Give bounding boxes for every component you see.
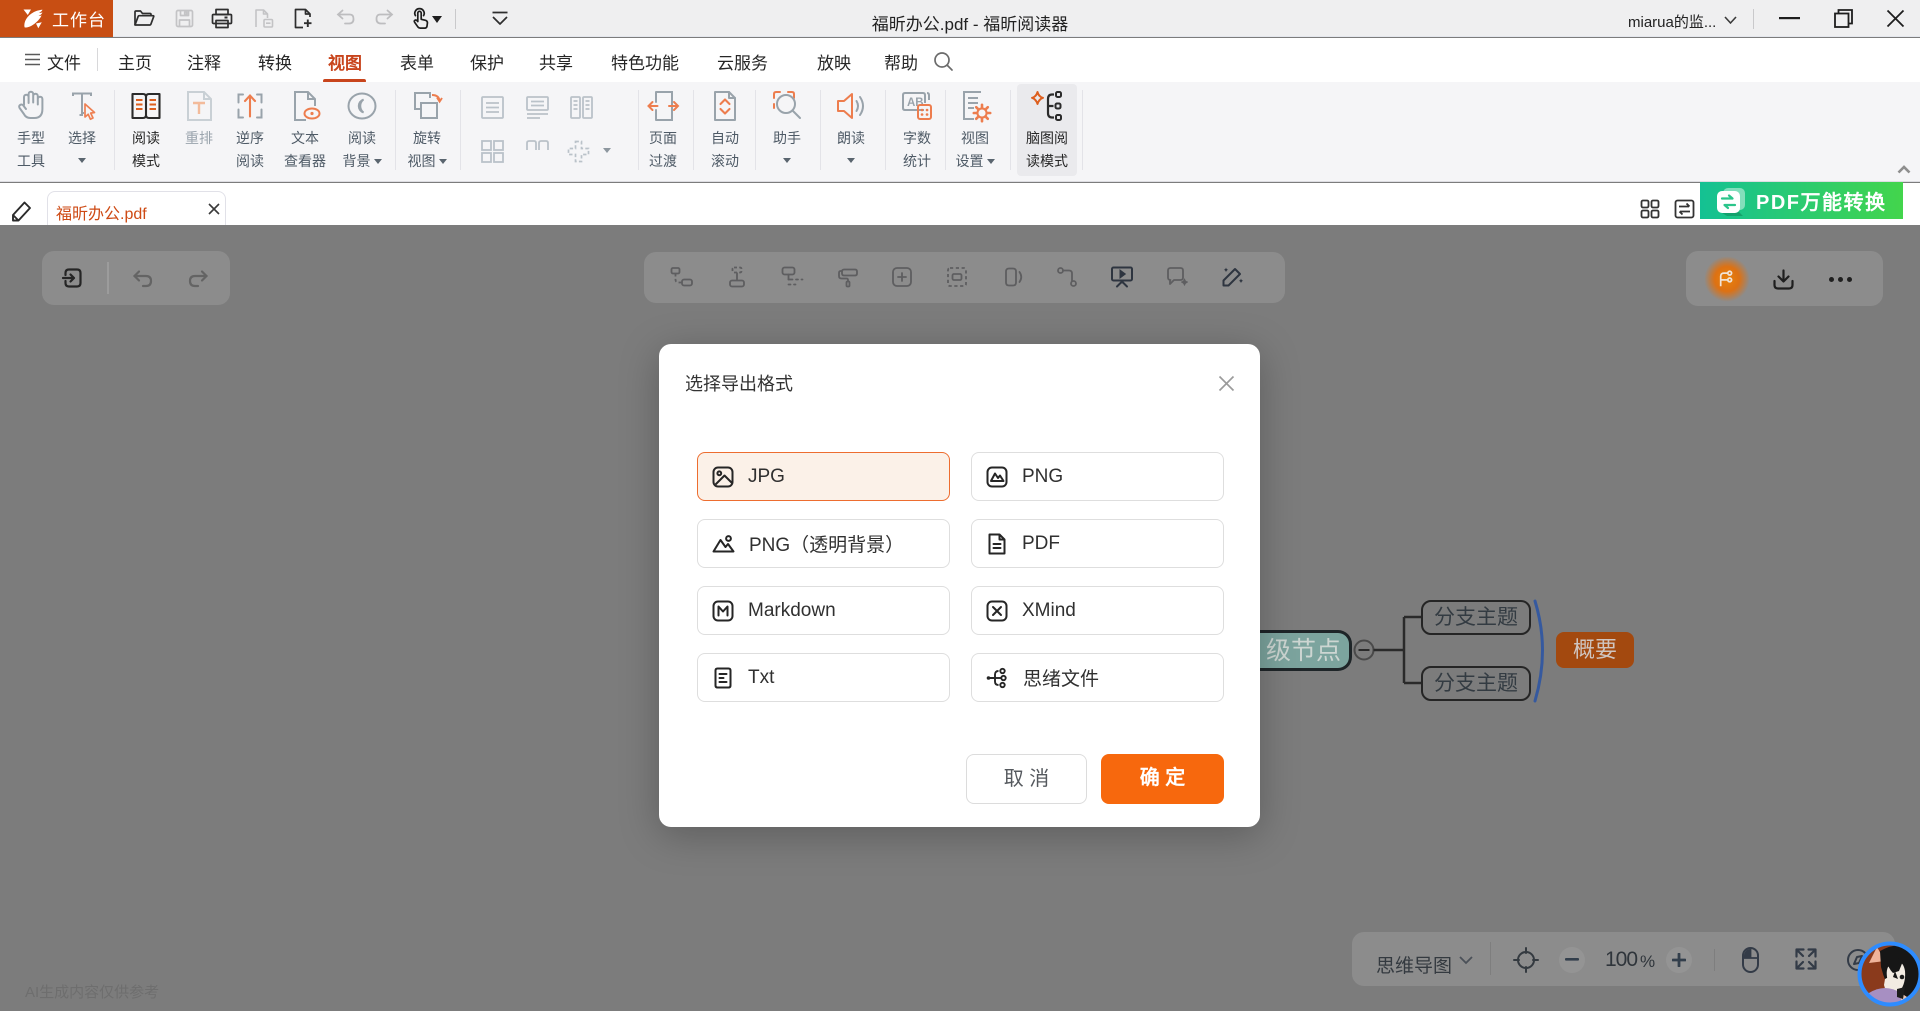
svg-text:AB: AB (907, 97, 924, 109)
